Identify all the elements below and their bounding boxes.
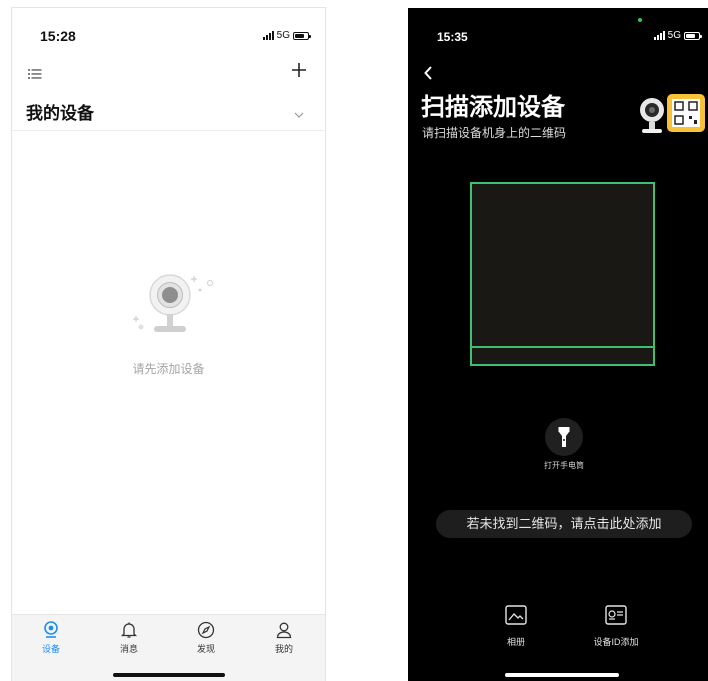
- scan-line: [472, 346, 653, 348]
- header-divider: [12, 130, 325, 131]
- flashlight-button[interactable]: [545, 418, 583, 456]
- menu-icon[interactable]: [28, 66, 42, 79]
- tab-bar: 设备 消息 发现 我的: [12, 614, 325, 681]
- page-title: 扫描添加设备: [421, 94, 565, 121]
- signal-icon: [653, 31, 665, 40]
- tab-label: 消息: [119, 644, 138, 654]
- camera-icon: [31, 621, 71, 639]
- tab-label: 我的: [274, 644, 293, 654]
- album-label: 相册: [506, 637, 525, 647]
- empty-state-message: 请先添加设备: [132, 362, 205, 376]
- back-icon[interactable]: [424, 66, 432, 85]
- tab-messages[interactable]: 消息: [109, 621, 149, 655]
- tab-label: 设备: [41, 644, 60, 654]
- tab-profile[interactable]: 我的: [264, 621, 304, 655]
- device-id-add-button[interactable]: 设备ID添加: [580, 605, 652, 648]
- flashlight-label: 打开手电筒: [544, 461, 584, 470]
- person-icon: [264, 621, 304, 639]
- left-phone-screen: 15:28 5G 我的设备 请先添加设备 设备 消息 发现 我的: [12, 8, 325, 681]
- status-time: 15:28: [40, 28, 76, 44]
- album-button[interactable]: 相册: [486, 605, 546, 648]
- battery-icon: [684, 31, 702, 40]
- device-id-add-label: 设备ID添加: [593, 637, 639, 647]
- network-label: 5G: [667, 30, 681, 41]
- camera-illustration-icon: [130, 270, 220, 342]
- tab-devices[interactable]: 设备: [31, 621, 71, 655]
- right-phone-screen: 15:35 5G 扫描添加设备 请扫描设备机身上的二维码 打开手电筒 若未找到二…: [408, 8, 708, 681]
- tab-discover[interactable]: 发现: [186, 621, 226, 655]
- status-indicators: 5G: [653, 30, 702, 41]
- scan-qr-guide-icon: [637, 92, 705, 136]
- add-device-icon[interactable]: [291, 62, 307, 78]
- device-id-icon: [580, 605, 652, 625]
- home-indicator: [505, 673, 619, 677]
- status-indicators: 5G: [262, 30, 311, 41]
- manual-add-hint-button[interactable]: 若未找到二维码，请点击此处添加: [436, 510, 692, 538]
- scan-frame: [470, 182, 655, 366]
- battery-icon: [293, 31, 311, 40]
- signal-icon: [262, 31, 274, 40]
- tab-label: 发现: [196, 644, 215, 654]
- image-icon: [486, 605, 546, 625]
- page-subtitle: 请扫描设备机身上的二维码: [422, 126, 567, 140]
- camera-dot: [638, 18, 642, 22]
- status-time: 15:35: [437, 30, 468, 44]
- network-label: 5G: [276, 30, 290, 41]
- home-indicator: [113, 673, 225, 677]
- bell-icon: [109, 621, 149, 639]
- compass-icon: [186, 621, 226, 639]
- page-title: 我的设备: [26, 104, 94, 123]
- flashlight-icon: [558, 427, 570, 452]
- chevron-down-icon[interactable]: [294, 105, 304, 123]
